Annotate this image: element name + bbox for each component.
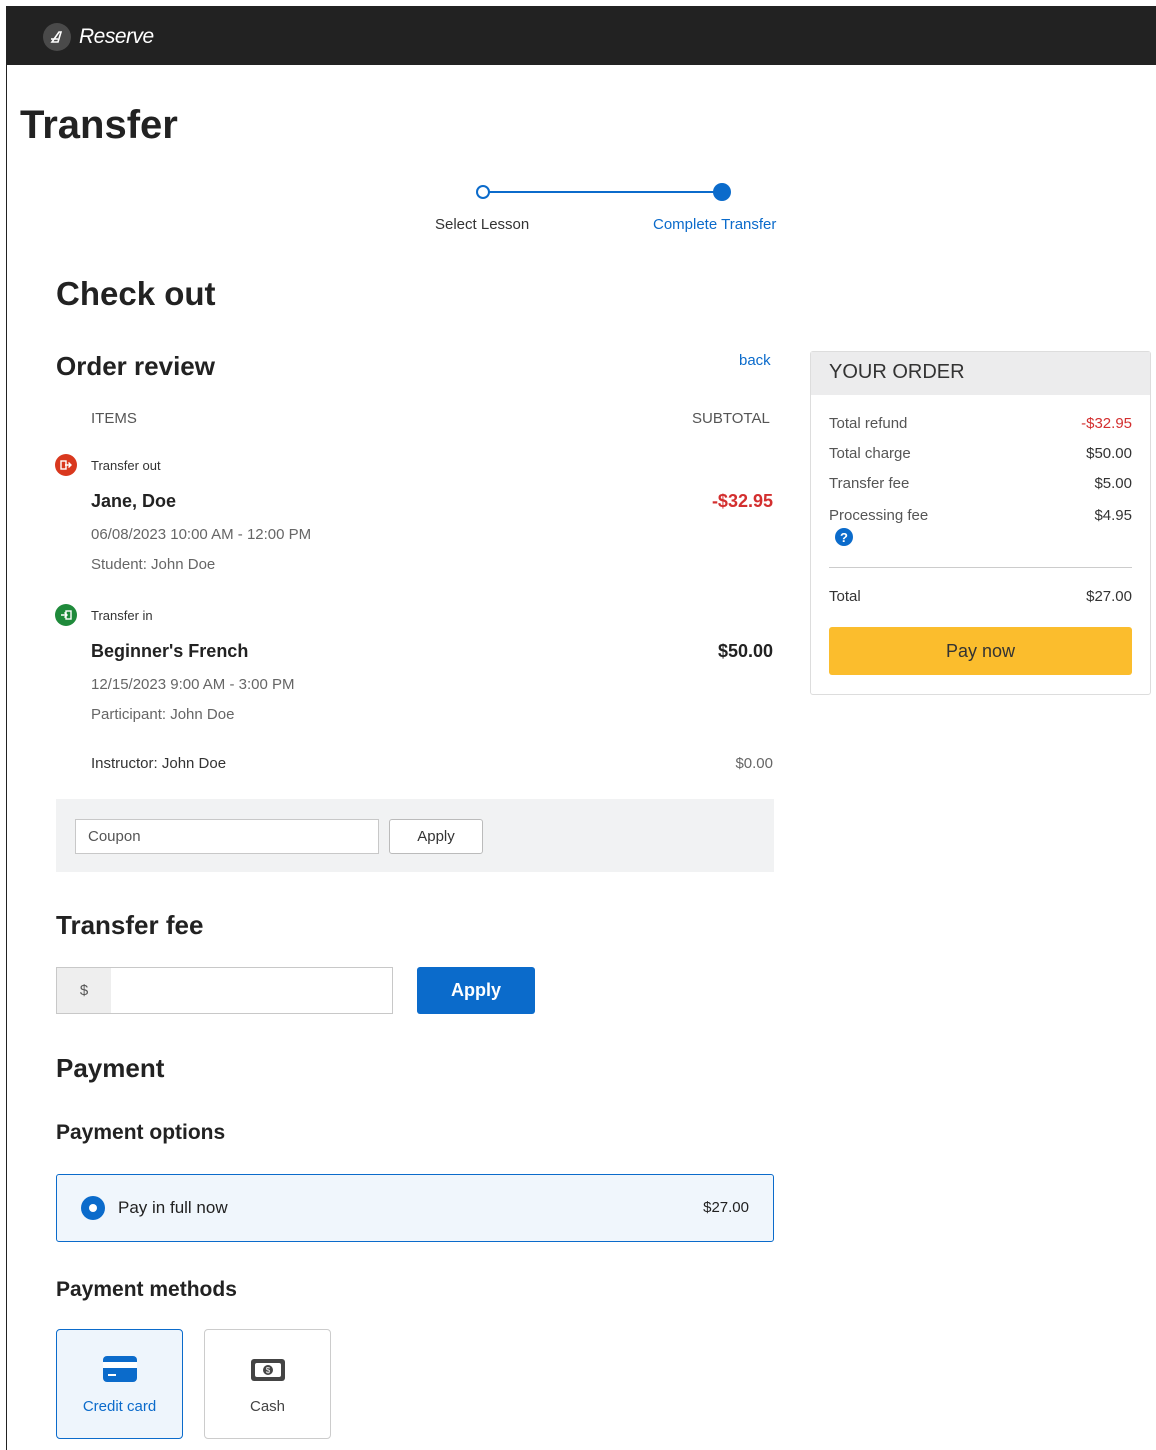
transfer-out-amount: -$32.95 xyxy=(711,491,773,511)
transfer-out-datetime: 06/08/2023 10:00 AM - 12:00 PM xyxy=(91,526,312,543)
top-bar: Reserve xyxy=(7,7,1156,65)
order-row-value: $5.00 xyxy=(1094,475,1132,492)
logo-icon xyxy=(43,23,71,51)
step-2-label: Complete Transfer xyxy=(653,216,777,233)
page-title: Transfer xyxy=(20,103,178,147)
payment-title: Payment xyxy=(56,1053,165,1083)
transfer-fee-apply-button[interactable]: Apply xyxy=(417,967,535,1014)
subtotal-header: SUBTOTAL xyxy=(692,410,770,427)
transfer-in-amount: $50.00 xyxy=(717,641,773,661)
transfer-fee-input[interactable] xyxy=(111,968,392,1013)
payment-methods-title: Payment methods xyxy=(56,1278,237,1301)
step-1-dot[interactable] xyxy=(476,185,490,199)
transfer-in-tag: Transfer in xyxy=(91,608,153,623)
cash-icon: $ xyxy=(250,1358,285,1381)
order-total-label: Total xyxy=(829,588,861,605)
transfer-in-icon xyxy=(55,604,77,626)
order-row-transfer-fee: Transfer fee $5.00 xyxy=(829,475,1132,492)
your-order-header: YOUR ORDER xyxy=(811,352,1150,395)
transfer-out-tag: Transfer out xyxy=(91,458,161,473)
order-total-value: $27.00 xyxy=(1086,588,1132,605)
pay-option-amount: $27.00 xyxy=(703,1199,749,1216)
pay-in-full-radio[interactable] xyxy=(81,1196,105,1220)
order-divider xyxy=(829,567,1132,568)
currency-addon: $ xyxy=(57,968,111,1013)
transfer-out-student: Student: John Doe xyxy=(91,556,216,573)
order-row-value: $4.95 xyxy=(1094,507,1132,524)
step-1-label[interactable]: Select Lesson xyxy=(435,216,529,233)
transfer-in-participant: Participant: John Doe xyxy=(91,706,235,723)
order-row-value: $50.00 xyxy=(1086,445,1132,462)
transfer-fee-title: Transfer fee xyxy=(56,910,204,940)
app-logo[interactable]: Reserve xyxy=(43,23,154,51)
coupon-input[interactable]: Coupon xyxy=(75,819,379,854)
help-icon[interactable]: ? xyxy=(835,528,853,546)
method-cash-label: Cash xyxy=(249,1397,286,1415)
credit-card-icon xyxy=(102,1355,137,1382)
order-row-processing-fee: Processing fee $4.95 xyxy=(829,507,1132,524)
transfer-in-datetime: 12/15/2023 9:00 AM - 3:00 PM xyxy=(91,676,295,693)
order-total-row: Total $27.00 xyxy=(829,588,1132,605)
transfer-out-name: Jane, Doe xyxy=(91,491,177,511)
app-frame: Reserve Transfer Select Lesson Complete … xyxy=(6,6,1156,1450)
order-row-label: Processing fee xyxy=(829,507,929,524)
stepper-line xyxy=(489,191,723,193)
transfer-in-name: Beginner's French xyxy=(91,641,249,661)
your-order-title: YOUR ORDER xyxy=(829,361,965,383)
order-row-value: -$32.95 xyxy=(1081,415,1132,432)
instructor-amount: $0.00 xyxy=(735,755,773,772)
pay-option-label: Pay in full now xyxy=(118,1198,228,1217)
app-name: Reserve xyxy=(79,25,154,48)
instructor-line: Instructor: John Doe xyxy=(91,755,227,772)
back-link[interactable]: back xyxy=(739,352,771,369)
checkout-title: Check out xyxy=(56,275,216,312)
svg-text:$: $ xyxy=(265,1366,270,1375)
transfer-fee-field[interactable]: $ xyxy=(56,967,393,1014)
payment-options-title: Payment options xyxy=(56,1121,226,1144)
order-review-title: Order review xyxy=(56,351,215,381)
items-header: ITEMS xyxy=(91,410,137,427)
method-credit-card-label: Credit card xyxy=(82,1397,157,1415)
your-order-panel: YOUR ORDER Total refund -$32.95 Total ch… xyxy=(810,351,1151,695)
order-row-label: Total refund xyxy=(829,415,908,432)
pay-now-button[interactable]: Pay now xyxy=(829,627,1132,675)
order-row-label: Total charge xyxy=(829,445,911,462)
order-row-total-refund: Total refund -$32.95 xyxy=(829,415,1132,432)
transfer-out-icon xyxy=(55,454,77,476)
order-row-total-charge: Total charge $50.00 xyxy=(829,445,1132,462)
method-cash[interactable]: $ Cash xyxy=(204,1329,331,1439)
step-2-dot xyxy=(713,183,731,201)
pay-in-full-option[interactable]: Pay in full now $27.00 xyxy=(56,1174,774,1242)
coupon-apply-button[interactable]: Apply xyxy=(389,819,483,854)
order-row-label: Transfer fee xyxy=(829,475,910,492)
method-credit-card[interactable]: Credit card xyxy=(56,1329,183,1439)
